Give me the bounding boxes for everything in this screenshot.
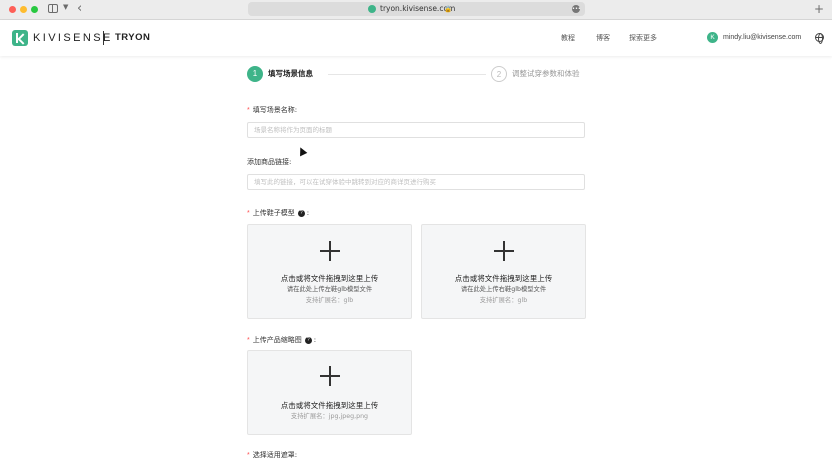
required-marker: * [247,210,250,217]
product-link-input[interactable] [247,174,585,190]
new-tab-button[interactable]: + [814,0,824,18]
plus-icon [319,241,340,261]
chevron-down-icon[interactable]: ▼ [63,3,68,11]
sidebar-toggle-icon[interactable] [48,4,58,13]
upload-hint: 请在此处上传右鞋glb模型文件 [460,286,547,293]
logo-divider [103,31,104,45]
label-colon: : [306,209,310,217]
product-link-label-text: 添加商品链接: [247,158,292,166]
back-arrow-icon[interactable]: ‹ [77,0,82,18]
required-marker: * [247,107,250,114]
upload-hint: 请在此处上传左鞋glb模型文件 [286,286,373,293]
question-icon[interactable]: ? [297,210,305,217]
label-colon: : [313,336,317,344]
occlusion-label: * 选择适用遮罩: [247,450,297,461]
thumbnail-upload[interactable]: 点击或将文件拖拽到这里上传 支持扩展名：jpg,jpeg,png [247,350,412,435]
question-icon[interactable]: ? [304,337,312,344]
upload-extensions: 支持扩展名：jpg,jpeg,png [290,413,369,420]
browser-toolbar: ▼ ‹ tryon.kivisense.com 🔒 ••• + [0,0,832,20]
logo-text[interactable]: KIVISENSE [33,31,113,45]
product-link-label: 添加商品链接: [247,157,291,168]
app-header: KIVISENSE TRYON 教程 博客 探索更多 K mindy.liu@k… [0,20,832,56]
step-label: 填写场景信息 [268,69,313,78]
avatar[interactable]: K [707,32,718,43]
upload-extensions: 支持扩展名：glb [479,297,528,304]
label-colon: : [294,451,298,459]
upload-title: 点击或将文件拖拽到这里上传 [454,274,553,283]
more-options-icon[interactable]: ••• [572,5,581,13]
globe-icon[interactable] [815,33,824,44]
product-name: TRYON [115,32,151,43]
nav-tutorial[interactable]: 教程 [561,32,575,44]
occlusion-label-text: 选择适用遮罩 [252,451,295,459]
upload-extensions: 支持扩展名：glb [305,297,354,304]
nav-blog[interactable]: 博客 [596,32,610,44]
mouse-cursor-icon [296,145,308,157]
close-window-button[interactable] [9,6,16,13]
plus-icon [319,366,340,386]
plus-icon [493,241,514,261]
kivisense-logo-icon[interactable] [12,30,28,46]
step-label: 调整试穿参数和体验 [512,69,580,78]
site-favicon-icon [368,5,376,13]
left-shoe-upload[interactable]: 点击或将文件拖拽到这里上传 请在此处上传左鞋glb模型文件 支持扩展名：glb [247,224,412,319]
upload-title: 点击或将文件拖拽到这里上传 [280,274,379,283]
address-bar[interactable]: tryon.kivisense.com 🔒 ••• [248,2,585,16]
minimize-window-button[interactable] [20,6,27,13]
nav-explore-more[interactable]: 探索更多 [629,32,657,44]
shoe-model-label-text: 上传鞋子模型 [252,209,295,217]
zoom-window-button[interactable] [31,6,38,13]
lock-icon: 🔒 [444,5,453,13]
thumbnail-label: * 上传产品缩略图?: [247,335,316,346]
shoe-model-label: * 上传鞋子模型?: [247,208,309,219]
right-shoe-upload[interactable]: 点击或将文件拖拽到这里上传 请在此处上传右鞋glb模型文件 支持扩展名：glb [421,224,586,319]
thumbnail-label-text: 上传产品缩略图 [252,336,302,344]
upload-title: 点击或将文件拖拽到这里上传 [280,401,379,410]
required-marker: * [247,452,250,459]
step-number: 1 [247,66,263,82]
step-connector [328,74,486,75]
user-email[interactable]: mindy.liu@kivisense.com [723,32,801,44]
required-marker: * [247,337,250,344]
scene-name-label-text: 填写场景名称: [252,106,298,114]
scene-name-label: * 填写场景名称: [247,105,297,116]
step-number: 2 [491,66,507,82]
scene-name-input[interactable] [247,122,585,138]
